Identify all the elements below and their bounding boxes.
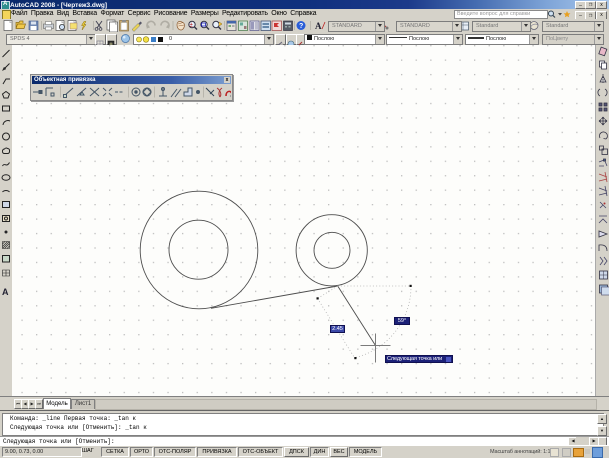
svg-text:?: ? <box>299 23 303 30</box>
svg-text:A: A <box>2 287 9 297</box>
svg-text:A: A <box>315 21 322 31</box>
